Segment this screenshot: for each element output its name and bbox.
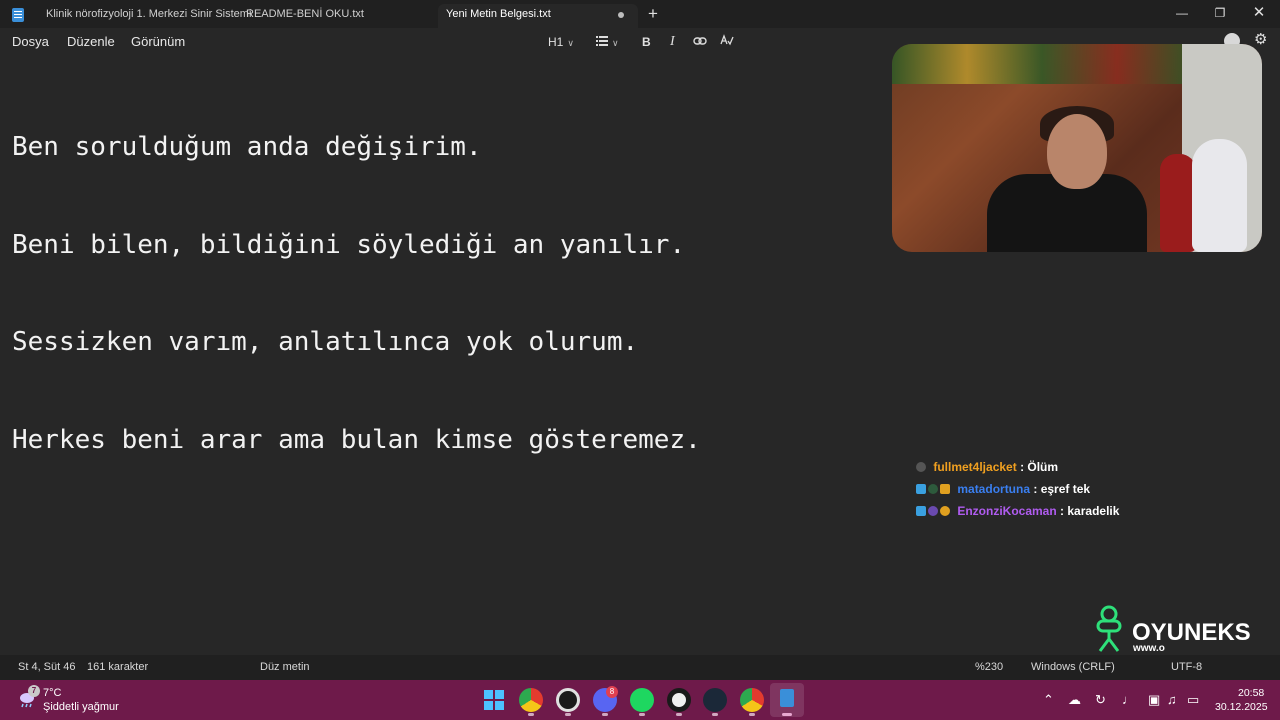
discord-badge: 8 (606, 686, 618, 698)
cursor-position: St 4, Süt 46 (18, 661, 76, 673)
oyuneks-mascot-icon (1096, 605, 1122, 652)
chat-username: fullmet4ljacket (933, 460, 1017, 474)
chevron-down-icon: ∨ (612, 38, 619, 48)
char-count: 161 karakter (87, 661, 149, 673)
steam-icon[interactable] (703, 688, 727, 712)
weather-badge: 7 (28, 685, 40, 697)
line-ending[interactable]: Windows (CRLF) (1031, 661, 1115, 673)
link-icon (693, 37, 707, 45)
notepad-icon (12, 8, 24, 22)
sync-icon[interactable]: ↻ (1095, 692, 1106, 708)
tab-label: Klinik nörofizyoloji 1. Merkezi Sinir Si… (46, 8, 252, 20)
chat-message: matadortuna : eşref tek (916, 482, 1119, 504)
maximize-icon[interactable]: ❐ (1200, 2, 1240, 24)
steelseries-icon[interactable] (667, 688, 691, 712)
encoding[interactable]: UTF-8 (1171, 661, 1202, 673)
oyuneks-logo: OYUNEKS www.o (1092, 605, 1252, 655)
cloud-app-icon[interactable]: ☁ (1068, 692, 1081, 708)
spotify-icon[interactable] (630, 688, 654, 712)
chat-message: EnzonziKocaman : karadelik (916, 504, 1119, 526)
bold-button[interactable]: B (642, 33, 651, 51)
sub-badge-icon (940, 506, 950, 516)
editor-line: Herkes beni arar ama bulan kimse göstere… (12, 424, 701, 455)
heading-dropdown[interactable]: H1 ∨ (548, 33, 574, 51)
running-indicator (676, 713, 682, 716)
chat-text: : Ölüm (1020, 460, 1059, 474)
windows-start-icon[interactable] (482, 688, 506, 712)
christmas-garland (892, 44, 1192, 84)
unsaved-dot-icon[interactable] (618, 12, 624, 18)
webcam-overlay (892, 44, 1262, 252)
tab-readme[interactable]: README-BENİ OKU.txt (240, 4, 436, 28)
logo-url: www.o (1133, 643, 1165, 654)
spellcheck-button[interactable] (720, 33, 734, 51)
chat-message: fullmet4ljacket : Ölüm (916, 460, 1119, 482)
tab-label: Yeni Metin Belgesi.txt (446, 8, 551, 20)
running-indicator (528, 713, 534, 716)
active-indicator (782, 713, 792, 716)
menu-view[interactable]: Görünüm (131, 34, 185, 49)
editor-line: Sessizken varım, anlatılınca yok olurum. (12, 327, 639, 357)
tab-yeni-metin[interactable]: Yeni Metin Belgesi.txt (438, 4, 638, 28)
chevron-up-icon[interactable]: ⌃ (1043, 692, 1054, 708)
minimize-icon[interactable]: — (1162, 2, 1202, 24)
microphone-icon[interactable]: ♩ (1122, 692, 1135, 707)
new-tab-plus-icon[interactable]: + (648, 3, 658, 25)
notepad-taskbar-button[interactable] (770, 683, 804, 717)
chat-text: : karadelik (1060, 504, 1120, 518)
snow-figure (1192, 139, 1247, 252)
clock-time[interactable]: 20:58 (1238, 687, 1264, 699)
weather-description[interactable]: Şiddetli yağmur (43, 701, 119, 713)
running-indicator (602, 713, 608, 716)
link-button[interactable] (693, 33, 707, 51)
running-indicator (639, 713, 645, 716)
chrome-icon[interactable] (519, 688, 543, 712)
zoom-level[interactable]: %230 (975, 661, 1003, 673)
prime-badge-icon (916, 484, 926, 494)
clock-date[interactable]: 30.12.2025 (1215, 701, 1268, 713)
chat-badge-icon (916, 462, 926, 472)
streamer-face (1047, 114, 1107, 189)
running-indicator (749, 713, 755, 716)
running-indicator (565, 713, 571, 716)
tab-label: README-BENİ OKU.txt (246, 8, 364, 20)
santa-figure (1160, 154, 1196, 252)
notepad-icon (780, 689, 794, 707)
prime-badge-icon (916, 506, 926, 516)
spellcheck-icon (720, 34, 734, 46)
stream-chat: fullmet4ljacket : Ölüm matadortuna : eşr… (916, 460, 1119, 526)
editor-line: Ben sorulduğum anda değişirim. (12, 132, 482, 162)
italic-button[interactable]: I (670, 33, 675, 51)
text-format[interactable]: Düz metin (260, 661, 310, 673)
list-dropdown[interactable]: ∨ (596, 33, 619, 51)
chevron-down-icon: ∨ (567, 38, 574, 48)
tab-klinik[interactable]: Klinik nörofizyoloji 1. Merkezi Sinir Si… (40, 4, 251, 28)
editor-text-area[interactable]: Ben sorulduğum anda değişirim. Beni bile… (12, 66, 701, 489)
heading-label: H1 (548, 35, 564, 49)
menu-file[interactable]: Dosya (12, 34, 49, 49)
battery-icon[interactable]: ▭ (1187, 692, 1199, 708)
running-indicator (712, 713, 718, 716)
status-bar: St 4, Süt 46 161 karakter Düz metin %230… (0, 655, 1280, 680)
network-icon[interactable]: ▣ (1148, 692, 1160, 708)
chrome-profile-icon[interactable] (740, 688, 764, 712)
chat-text: : eşref tek (1033, 482, 1091, 496)
menu-edit[interactable]: Düzenle (67, 34, 115, 49)
sub-badge-icon (940, 484, 950, 494)
chat-username: matadortuna (957, 482, 1031, 496)
weather-temperature[interactable]: 7°C (43, 687, 61, 699)
list-icon (596, 36, 608, 46)
chat-badge-icon (928, 506, 938, 516)
close-icon[interactable]: ✕ (1239, 2, 1279, 24)
volume-icon[interactable]: ♫ (1167, 692, 1177, 707)
title-bar: Klinik nörofizyoloji 1. Merkezi Sinir Si… (0, 0, 1280, 28)
editor-line: Beni bilen, bildiğini söylediği an yanıl… (12, 229, 686, 260)
chat-badge-icon (928, 484, 938, 494)
chat-username: EnzonziKocaman (957, 504, 1057, 518)
obs-icon[interactable] (556, 688, 580, 712)
